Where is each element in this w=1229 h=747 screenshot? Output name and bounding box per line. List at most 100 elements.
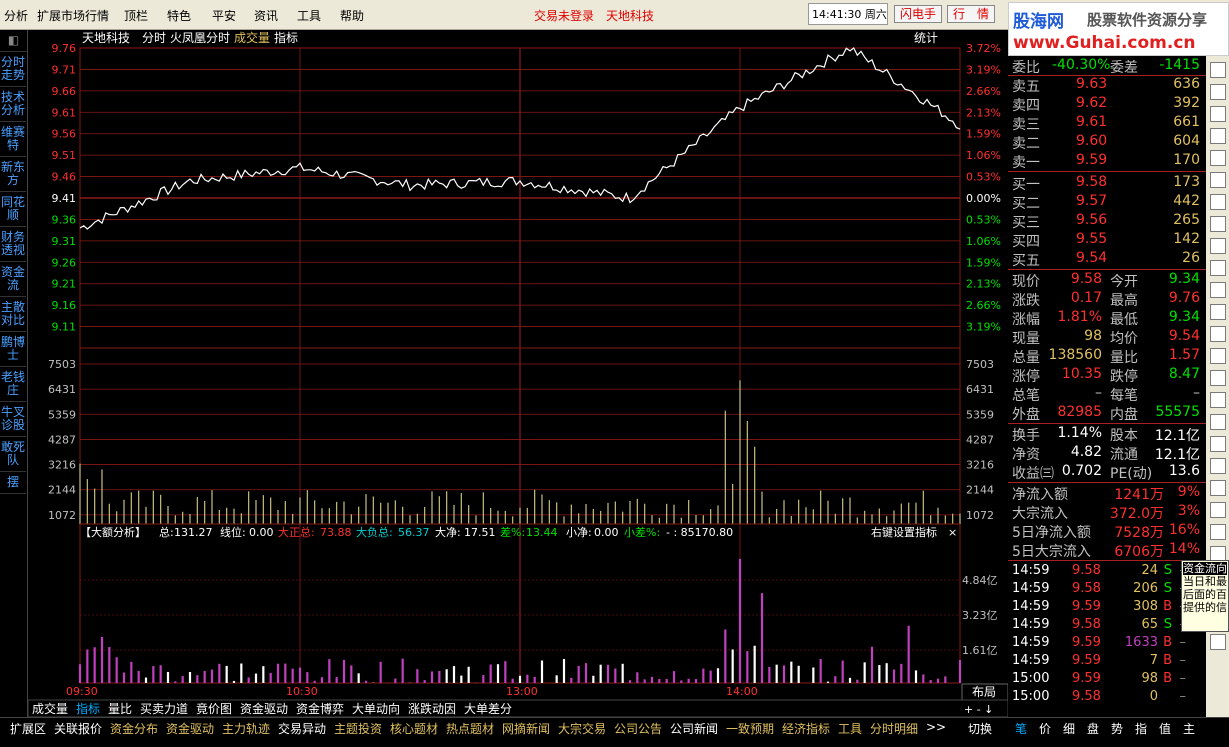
ask-row[interactable]: 卖五 9.63 636 <box>1008 75 1206 95</box>
toolbar-tool-icon[interactable] <box>1209 304 1226 320</box>
toolbar-tool-icon[interactable] <box>1209 150 1226 166</box>
menu-item-help[interactable]: 帮助 <box>340 7 364 24</box>
chart-view-label[interactable]: 分时 <box>142 31 166 45</box>
sub-tab-7[interactable]: 大单动向 <box>352 701 400 716</box>
chart-metric-label[interactable]: 指标 <box>274 30 298 45</box>
left-tab-12[interactable]: 摆 <box>0 472 26 494</box>
bottom-tab-7[interactable]: 核心题材 <box>390 720 438 737</box>
menu-item-ext-market[interactable]: 扩展市场行情 <box>37 7 109 24</box>
bottom-tab-2[interactable]: 资金分布 <box>110 720 158 737</box>
toolbar-tool-icon[interactable] <box>1209 172 1226 188</box>
bid-row[interactable]: 买三 9.56 265 <box>1008 211 1206 231</box>
bottom-tab-16[interactable]: 分时明细 <box>870 720 918 737</box>
bottom-tab-14[interactable]: 经济指标 <box>782 720 830 737</box>
bottom-tab-9[interactable]: 网摘新闻 <box>502 720 550 737</box>
toolbar-tool-icon[interactable] <box>1209 128 1226 144</box>
sub-tab-4[interactable]: 竟价图 <box>196 702 232 716</box>
bottom-tab-1[interactable]: 关联报价 <box>54 720 102 737</box>
toolbar-tool-icon[interactable] <box>1209 238 1226 254</box>
quote-tab-7[interactable]: 主 <box>1183 720 1195 737</box>
bottom-tab-4[interactable]: 主力轨迹 <box>222 720 270 737</box>
quote-tab-1[interactable]: 价 <box>1039 720 1051 737</box>
menu-item-features[interactable]: 特色 <box>167 7 191 24</box>
menu-item-analysis[interactable]: 分析 <box>4 7 28 24</box>
bottom-tab-12[interactable]: 公司新闻 <box>670 720 718 737</box>
toolbar-tool-icon[interactable] <box>1209 634 1226 650</box>
toolbar-tool-icon[interactable] <box>1209 348 1226 364</box>
left-tab-8[interactable]: 鹏博士 <box>0 332 26 367</box>
trade-status[interactable]: 交易未登录 <box>534 7 594 24</box>
menu-item-pingan[interactable]: 平安 <box>212 7 236 24</box>
bottom-tab-8[interactable]: 热点题材 <box>446 720 494 737</box>
sub-tab-5[interactable]: 资金驱动 <box>240 701 288 716</box>
quote-tab-0[interactable]: 笔 <box>1015 720 1027 737</box>
left-tab-6[interactable]: 资金流 <box>0 262 26 297</box>
left-tab-5[interactable]: 财务透视 <box>0 227 26 262</box>
left-tab-3[interactable]: 新东方 <box>0 157 26 192</box>
sub-tab-0[interactable]: 成交量 <box>32 701 68 716</box>
sub-tab-1[interactable]: 指标 <box>76 701 100 716</box>
bottom-tab-17[interactable]: >> <box>926 720 946 734</box>
quote-tab-5[interactable]: 指 <box>1135 720 1147 737</box>
quote-tab-2[interactable]: 细 <box>1063 720 1075 737</box>
toolbar-tool-icon[interactable] <box>1209 414 1226 430</box>
bottom-tab-6[interactable]: 主题投资 <box>334 720 382 737</box>
sub-tab-3[interactable]: 买卖力道 <box>140 702 188 716</box>
toolbar-tool-icon[interactable] <box>1209 260 1226 276</box>
toolbar-tool-icon[interactable] <box>1209 282 1226 298</box>
bottom-tab-13[interactable]: 一致预期 <box>726 720 774 737</box>
bottom-tab-15[interactable]: 工具 <box>838 720 862 737</box>
left-tab-11[interactable]: 敢死队 <box>0 437 26 472</box>
left-tab-4[interactable]: 同花顺 <box>0 192 26 227</box>
toolbar-tool-icon[interactable] <box>1209 326 1226 342</box>
ask-row[interactable]: 卖三 9.61 661 <box>1008 113 1206 133</box>
left-tab-0[interactable]: 分时走势 <box>0 52 26 87</box>
left-tab-2[interactable]: 维赛特 <box>0 122 26 157</box>
toolbar-tool-icon[interactable] <box>1209 194 1226 210</box>
bid-row[interactable]: 买一 9.58 173 <box>1008 173 1206 193</box>
toolbar-tool-icon[interactable] <box>1209 392 1226 408</box>
toolbar-tool-icon[interactable] <box>1209 106 1226 122</box>
sub-tab-8[interactable]: 涨跌动因 <box>408 701 456 716</box>
toolbar-tool-icon[interactable] <box>1209 436 1226 452</box>
ask-row[interactable]: 卖一 9.59 170 <box>1008 151 1206 171</box>
chart-sub-label[interactable]: 火凤凰分时 <box>170 31 230 45</box>
bottom-tab-11[interactable]: 公司公告 <box>614 720 662 737</box>
intraday-chart[interactable]: 天地科技 分时 火凤凰分时 成交量 指标 统计9.76 3.72%9.71 3.19%9.66… <box>28 30 1008 717</box>
bottom-tab-3[interactable]: 资金驱动 <box>166 720 214 737</box>
quote-tab-4[interactable]: 势 <box>1111 720 1123 737</box>
left-tab-7[interactable]: 主散对比 <box>0 297 26 332</box>
toolbar-tool-icon[interactable] <box>1209 502 1226 518</box>
bid-row[interactable]: 买四 9.55 142 <box>1008 230 1206 250</box>
menu-item-tools[interactable]: 工具 <box>297 7 321 24</box>
chart-indicator-label[interactable]: 成交量 <box>234 30 270 45</box>
toolbar-tool-icon[interactable] <box>1209 458 1226 474</box>
bottom-tab-0[interactable]: 扩展区 <box>10 720 46 737</box>
bigorder-setting[interactable]: 右键设置指标 <box>871 525 937 539</box>
quote-button[interactable]: 行 情 <box>947 5 995 23</box>
menu-item-news[interactable]: 资讯 <box>254 7 278 24</box>
left-tab-9[interactable]: 老钱庄 <box>0 367 26 402</box>
bottom-tab-5[interactable]: 交易异动 <box>278 720 326 737</box>
bid-row[interactable]: 买五 9.54 26 <box>1008 249 1206 269</box>
ask-row[interactable]: 卖四 9.62 392 <box>1008 94 1206 114</box>
quote-tab-6[interactable]: 值 <box>1159 720 1171 737</box>
toolbar-tool-icon[interactable] <box>1209 370 1226 386</box>
left-tab-pin-icon[interactable]: ◧ <box>0 30 27 52</box>
sub-tab-9[interactable]: 大单差分 <box>464 702 512 716</box>
scroll-right-icon[interactable]: + - ↓ <box>964 703 993 716</box>
bid-row[interactable]: 买二 9.57 442 <box>1008 192 1206 212</box>
stats-button[interactable]: 统计 <box>914 31 938 45</box>
sub-tab-2[interactable]: 量比 <box>108 702 132 716</box>
bigorder-close-icon[interactable]: × <box>948 526 957 539</box>
toolbar-tool-icon[interactable] <box>1209 84 1226 100</box>
sub-tab-6[interactable]: 资金博弈 <box>296 701 344 716</box>
ask-row[interactable]: 卖二 9.60 604 <box>1008 132 1206 152</box>
flash-trade-button[interactable]: 闪电手 <box>894 5 942 23</box>
switch-button[interactable]: 切换 <box>968 720 992 737</box>
left-tab-10[interactable]: 牛叉诊股 <box>0 402 26 437</box>
layout-button[interactable]: 布局 <box>972 685 996 699</box>
left-tab-1[interactable]: 技术分析 <box>0 87 26 122</box>
toolbar-tool-icon[interactable] <box>1209 216 1226 232</box>
bottom-tab-10[interactable]: 大宗交易 <box>558 720 606 737</box>
